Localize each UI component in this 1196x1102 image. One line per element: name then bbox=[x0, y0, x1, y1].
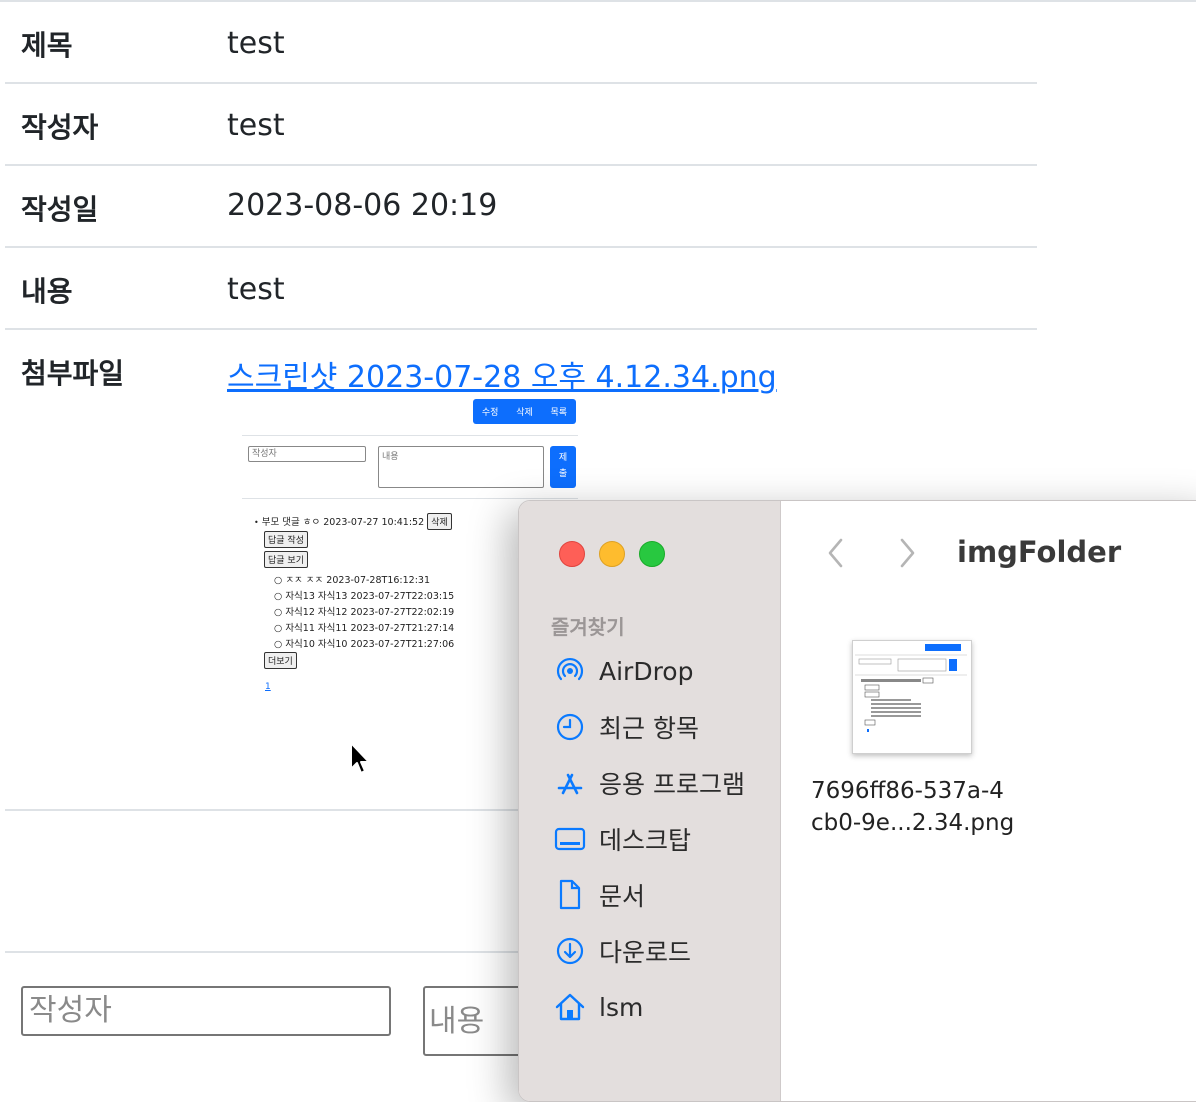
preview-author-input: 작성자 bbox=[248, 446, 366, 462]
file-name: 7696ff86-537a-4 cb0-9e...2.34.png bbox=[811, 775, 1021, 839]
sidebar-item-desktop[interactable]: 데스크탑 bbox=[553, 819, 691, 859]
preview-parent-text: 부모 댓글 ㅎㅇ 2023-07-27 10:41:52 bbox=[261, 517, 425, 528]
applications-icon bbox=[553, 766, 587, 800]
detail-row-title: 제목 test bbox=[5, 2, 1037, 84]
finder-window: 즐겨찾기 AirDrop 최근 항목 응용 프로그램 데스크탑 문서 다운로드 … bbox=[518, 500, 1196, 1102]
mouse-cursor-icon bbox=[350, 742, 370, 774]
preview-submit-button: 제출 bbox=[550, 446, 576, 488]
preview-divider bbox=[242, 435, 578, 436]
row-value: test bbox=[227, 108, 285, 143]
sidebar-item-documents[interactable]: 문서 bbox=[553, 875, 645, 915]
preview-reply-view: 답글 보기 bbox=[264, 551, 308, 568]
preview-content-input: 내용 bbox=[378, 446, 544, 488]
preview-list-button: 목록 bbox=[550, 408, 568, 418]
child-text: 자식11 자식11 2023-07-27T21:27:14 bbox=[285, 623, 455, 634]
sidebar-item-airdrop[interactable]: AirDrop bbox=[553, 651, 693, 691]
preview-page-link: 1 bbox=[265, 682, 271, 692]
detail-row-content: 내용 test bbox=[5, 248, 1037, 330]
file-name-line: cb0-9e...2.34.png bbox=[811, 810, 1015, 836]
comment-content-input[interactable]: 내용 bbox=[423, 986, 533, 1056]
sidebar-item-label: 최근 항목 bbox=[599, 714, 699, 743]
comment-author-input[interactable]: 작성자 bbox=[21, 986, 391, 1036]
file-name-line: 7696ff86-537a-4 bbox=[811, 778, 1004, 804]
row-label: 작성일 bbox=[21, 193, 99, 226]
preview-comment-delete: 삭제 bbox=[427, 513, 452, 530]
favorites-header: 즐겨찾기 bbox=[551, 615, 625, 639]
child-text: 자식10 자식10 2023-07-27T21:27:06 bbox=[285, 639, 455, 650]
sidebar-item-recents[interactable]: 최근 항목 bbox=[553, 707, 699, 747]
sidebar-item-applications[interactable]: 응용 프로그램 bbox=[553, 763, 745, 803]
child-text: ㅈㅈ ㅈㅈ 2023-07-28T16:12:31 bbox=[285, 575, 430, 586]
preview-child-comment: ○ 자식10 자식10 2023-07-27T21:27:06 bbox=[274, 639, 455, 650]
preview-reply-write: 답글 작성 bbox=[264, 531, 308, 548]
preview-child-comment: ○ ㅈㅈ ㅈㅈ 2023-07-28T16:12:31 bbox=[274, 575, 430, 586]
zoom-window-button[interactable] bbox=[639, 541, 665, 567]
child-text: 자식13 자식13 2023-07-27T22:03:15 bbox=[285, 591, 455, 602]
preview-edit-button: 수정 bbox=[481, 408, 499, 418]
sidebar-item-downloads[interactable]: 다운로드 bbox=[553, 931, 691, 971]
child-text: 자식12 자식12 2023-07-27T22:02:19 bbox=[285, 607, 455, 618]
finder-content: imgFolder 7696ff86-537a-4 cb0-9e...2.34.… bbox=[781, 501, 1196, 1101]
attachment-label: 첨부파일 bbox=[21, 357, 125, 390]
forward-chevron-icon[interactable] bbox=[896, 537, 918, 569]
document-icon bbox=[553, 878, 587, 912]
row-value: test bbox=[227, 26, 285, 61]
row-label: 제목 bbox=[21, 29, 73, 62]
sidebar-item-label: 다운로드 bbox=[599, 938, 692, 967]
row-value: 2023-08-06 20:19 bbox=[227, 188, 498, 223]
sidebar-item-label: AirDrop bbox=[599, 656, 694, 686]
preview-divider bbox=[242, 498, 578, 499]
back-chevron-icon[interactable] bbox=[825, 537, 847, 569]
download-icon bbox=[553, 934, 587, 968]
detail-row-date: 작성일 2023-08-06 20:19 bbox=[5, 166, 1037, 248]
preview-submit-label: 제출 bbox=[558, 453, 568, 479]
sidebar-item-label: 문서 bbox=[599, 882, 646, 911]
row-label: 내용 bbox=[21, 275, 73, 308]
detail-row-author: 작성자 test bbox=[5, 84, 1037, 166]
sidebar-item-home[interactable]: lsm bbox=[553, 987, 643, 1027]
preview-more-button: 더보기 bbox=[264, 652, 297, 669]
sidebar-item-label: lsm bbox=[599, 992, 644, 1022]
sidebar-item-label: 데스크탑 bbox=[599, 826, 692, 855]
home-icon bbox=[553, 990, 587, 1024]
preview-delete-button: 삭제 bbox=[516, 408, 533, 418]
close-window-button[interactable] bbox=[559, 541, 585, 567]
preview-child-comment: ○ 자식13 자식13 2023-07-27T22:03:15 bbox=[274, 591, 455, 602]
file-thumbnail[interactable] bbox=[852, 640, 972, 754]
preview-child-comment: ○ 자식12 자식12 2023-07-27T22:02:19 bbox=[274, 607, 455, 618]
folder-title: imgFolder bbox=[957, 535, 1122, 569]
minimize-window-button[interactable] bbox=[599, 541, 625, 567]
finder-sidebar: 즐겨찾기 AirDrop 최근 항목 응용 프로그램 데스크탑 문서 다운로드 … bbox=[519, 501, 781, 1101]
airdrop-icon bbox=[553, 654, 587, 688]
preview-child-comment: ○ 자식11 자식11 2023-07-27T21:27:14 bbox=[274, 623, 455, 634]
desktop-icon bbox=[553, 822, 587, 856]
clock-icon bbox=[553, 710, 587, 744]
row-value: test bbox=[227, 272, 285, 307]
preview-parent-comment: • 부모 댓글 ㅎㅇ 2023-07-27 10:41:52 삭제 bbox=[254, 513, 452, 530]
preview-button-group: 수정 삭제 목록 bbox=[473, 399, 576, 424]
attachment-link[interactable]: 스크린샷 2023-07-28 오후 4.12.34.png bbox=[227, 352, 777, 396]
sidebar-item-label: 응용 프로그램 bbox=[599, 770, 745, 799]
row-label: 작성자 bbox=[21, 111, 99, 144]
